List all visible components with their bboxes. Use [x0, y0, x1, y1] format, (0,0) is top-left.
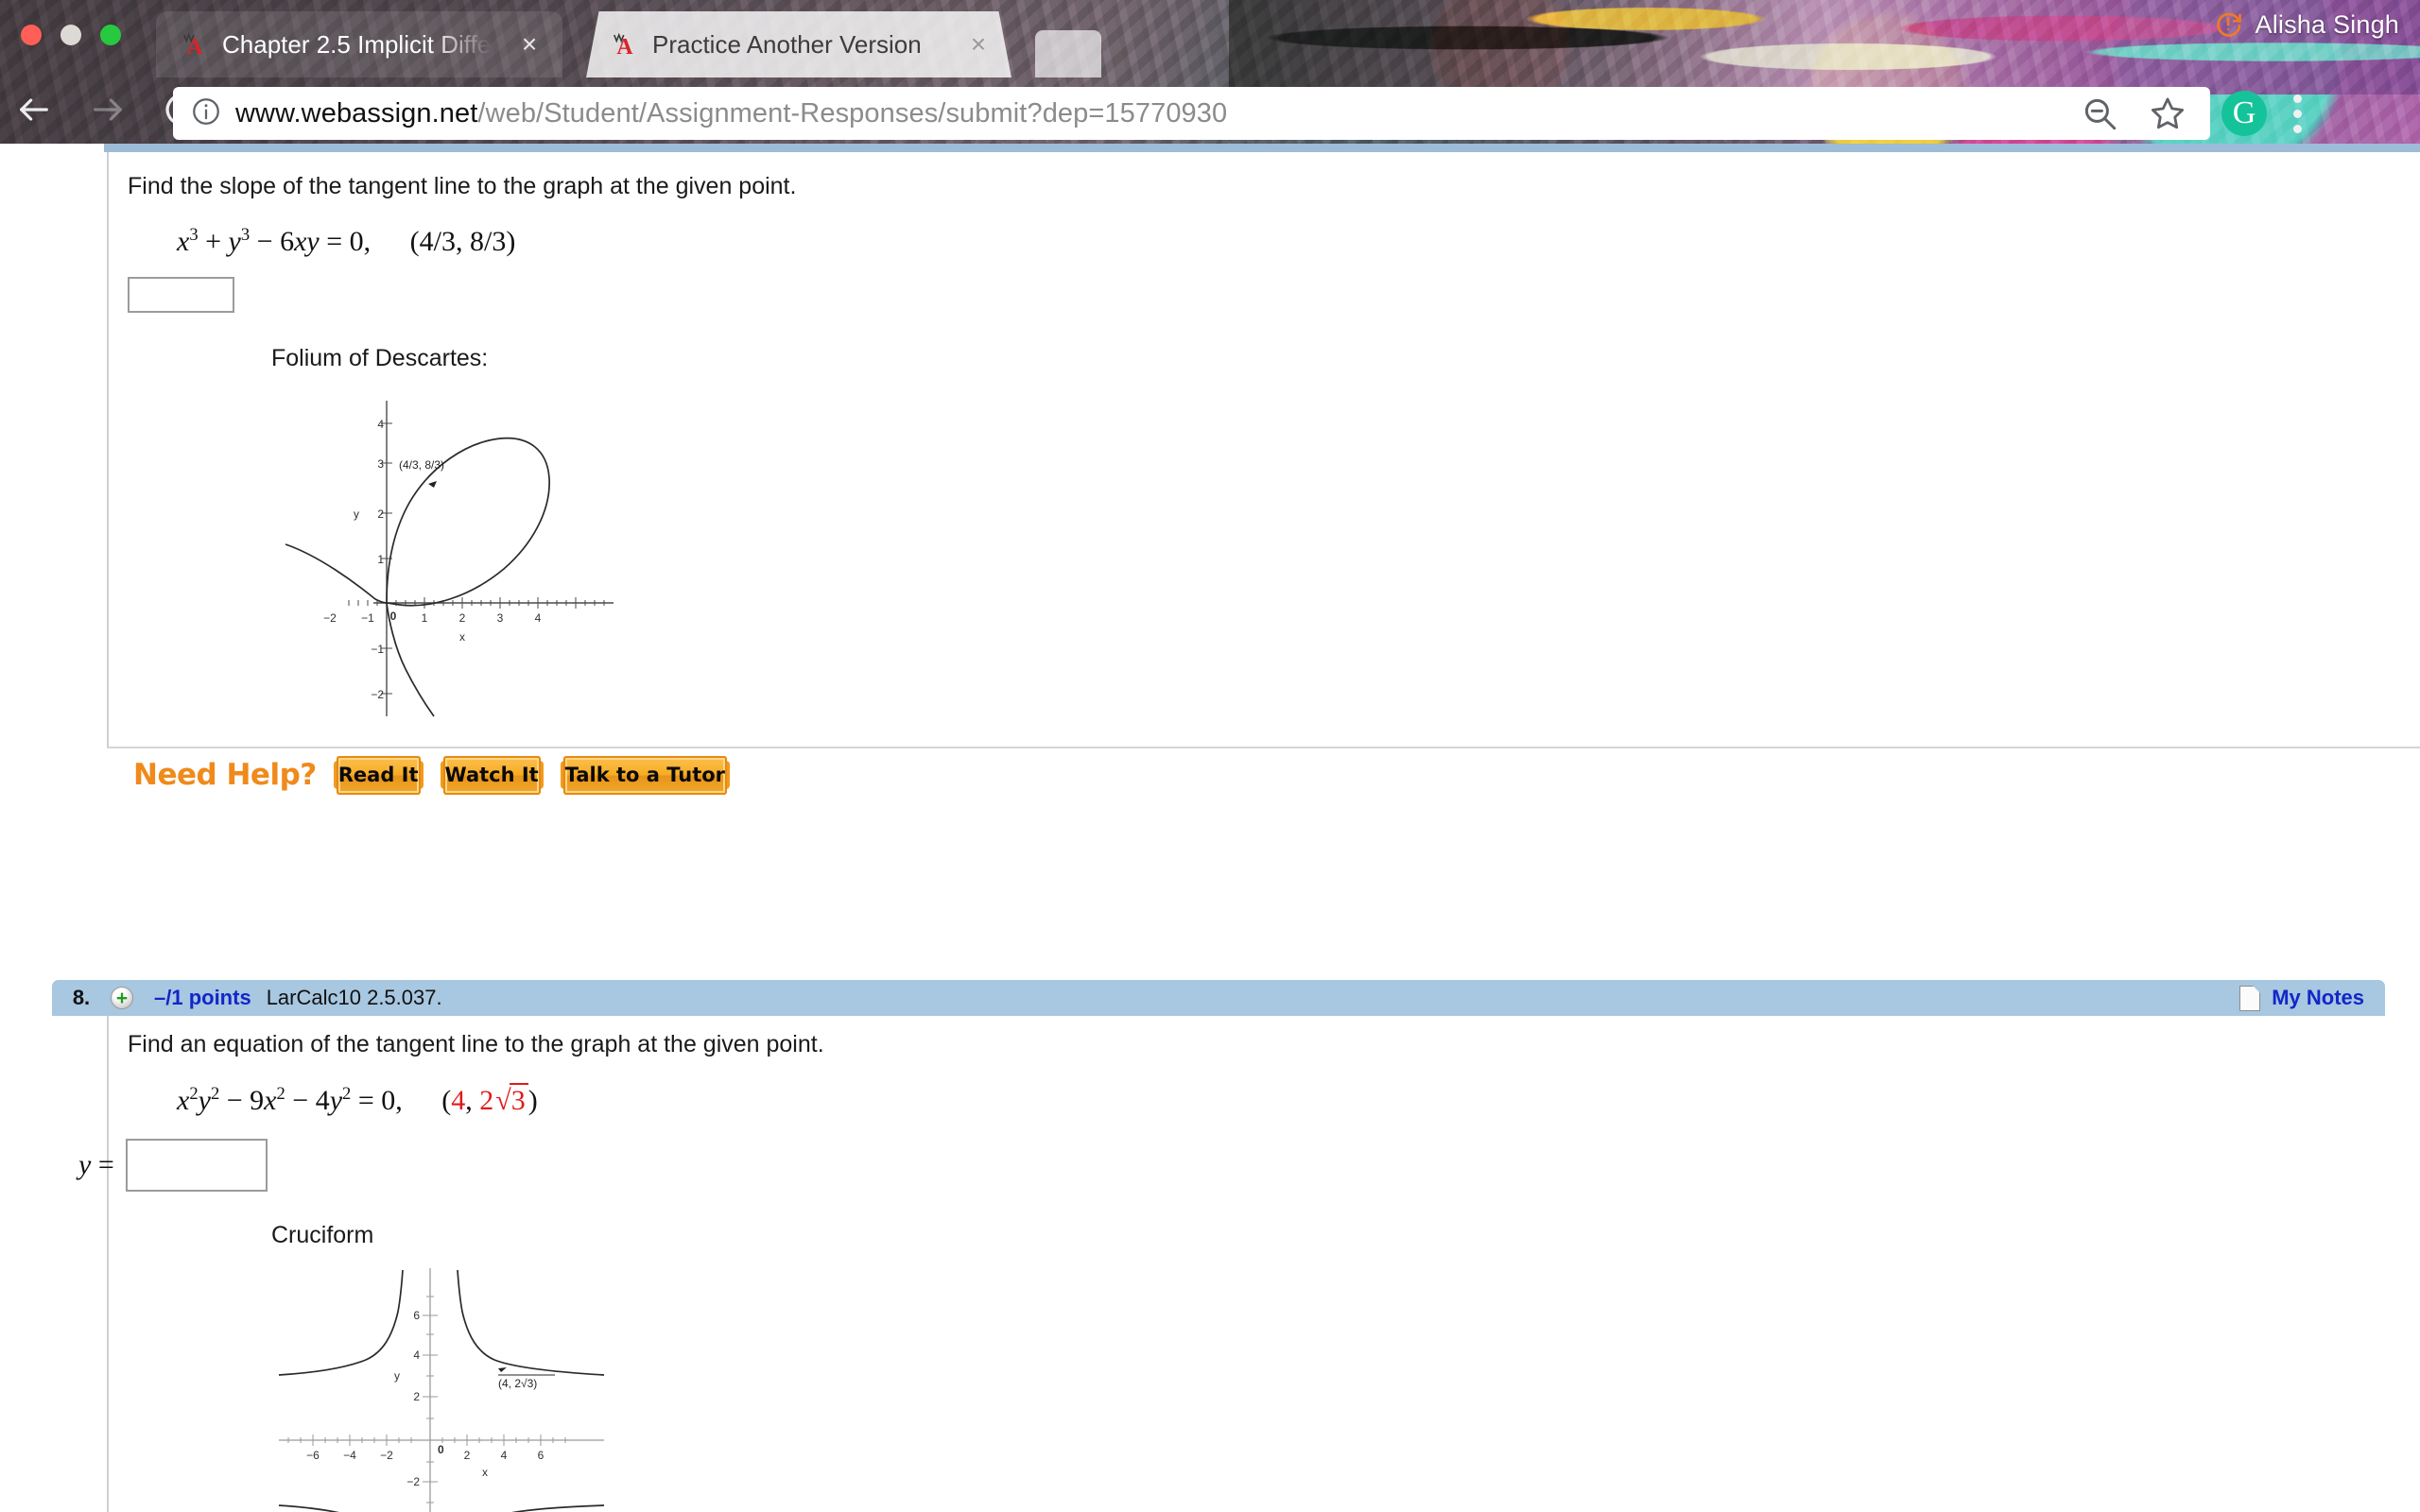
cruciform-chart-svg: 6 4 2 0 −2 −4 −6 −6 −4 −2 2 4 6: [278, 1267, 605, 1512]
browser-extensions-area: G: [2221, 87, 2303, 140]
new-tab-button[interactable]: [1035, 30, 1101, 77]
svg-text:A: A: [616, 35, 632, 59]
macos-menubar: Alisha Singh: [2214, 0, 2420, 49]
svg-text:2: 2: [459, 611, 466, 625]
svg-text:6: 6: [413, 1309, 420, 1322]
question-points: –/1 points: [154, 986, 251, 1009]
svg-text:−2: −2: [406, 1475, 420, 1488]
browser-tab-title: Chapter 2.5 Implicit Differentiation: [222, 29, 504, 59]
svg-text:−6: −6: [306, 1449, 320, 1462]
svg-text:2: 2: [464, 1449, 471, 1462]
svg-text:A: A: [186, 35, 202, 59]
question-8-header-bar: 8. + –/1 points LarCalc10 2.5.037. My No…: [52, 980, 2385, 1016]
question-number: 8.: [72, 986, 91, 1009]
read-it-button-label: Read It: [336, 756, 421, 795]
svg-text:1: 1: [377, 553, 384, 566]
svg-text:−4: −4: [343, 1449, 356, 1462]
browser-tab-practice[interactable]: A Practice Another Version ×: [586, 11, 1011, 77]
cruciform-chart: 6 4 2 0 −2 −4 −6 −6 −4 −2 2 4 6: [271, 1263, 824, 1512]
svg-text:−1: −1: [371, 643, 384, 656]
browser-tab-title: Practice Another Version: [652, 29, 922, 59]
svg-text:0: 0: [438, 1443, 444, 1456]
question-card-8: Find an equation of the tangent line to …: [0, 1016, 2420, 1512]
svg-text:y: y: [394, 1369, 400, 1383]
minimize-window-button[interactable]: [60, 25, 81, 45]
svg-text:3: 3: [497, 611, 504, 625]
svg-text:4: 4: [413, 1349, 420, 1362]
svg-text:6: 6: [538, 1449, 544, 1462]
plus-expand-icon[interactable]: +: [111, 987, 133, 1009]
figure-caption: Cruciform: [271, 1221, 374, 1248]
svg-text:0: 0: [390, 610, 397, 623]
svg-text:x: x: [459, 630, 465, 644]
folium-of-descartes-chart: 4 3 2 1 −1 −2 −2 −1 0 1 2 3 4 y x (4/3, …: [271, 384, 796, 733]
svg-text:1: 1: [422, 611, 428, 625]
svg-text:2: 2: [413, 1390, 420, 1403]
question-equation: x2y2 − 9x2 − 4y2 = 0, (4, 2√3): [177, 1083, 538, 1116]
svg-text:4: 4: [535, 611, 542, 625]
svg-text:−2: −2: [323, 611, 337, 625]
svg-text:y: y: [354, 507, 359, 521]
svg-text:4: 4: [501, 1449, 508, 1462]
svg-text:−1: −1: [361, 611, 374, 625]
browser-tab-strip: A Chapter 2.5 Implicit Differentiation ×…: [0, 0, 2420, 77]
notes-page-icon[interactable]: [2239, 985, 2261, 1011]
svg-text:−2: −2: [371, 688, 384, 701]
address-bar-url[interactable]: www.webassign.net/web/Student/Assignment…: [235, 98, 1227, 129]
svg-text:3: 3: [377, 457, 384, 471]
question-left-rule: [107, 152, 109, 747]
webassign-favicon: A: [181, 30, 209, 60]
browser-toolbar: www.webassign.net/web/Student/Assignment…: [0, 77, 2420, 146]
question-prompt: Find the slope of the tangent line to th…: [128, 173, 797, 199]
sync-warning-icon[interactable]: [2214, 10, 2242, 39]
svg-text:x: x: [482, 1466, 488, 1479]
question-textbook-code: LarCalc10 2.5.037.: [266, 986, 442, 1009]
watch-it-button-label: Watch It: [442, 756, 541, 795]
grammarly-extension-icon[interactable]: G: [2221, 91, 2267, 136]
page-viewport: Find the slope of the tangent line to th…: [0, 144, 2420, 1512]
zoom-out-icon[interactable]: [2080, 94, 2119, 133]
answer-input[interactable]: [128, 277, 234, 313]
read-it-button[interactable]: Read It: [333, 756, 424, 795]
menubar-user-name[interactable]: Alisha Singh: [2256, 10, 2400, 40]
question-left-rule: [107, 1016, 109, 1512]
question-prompt: Find an equation of the tangent line to …: [128, 1031, 824, 1057]
watch-it-button[interactable]: Watch It: [440, 756, 544, 795]
close-tab-icon[interactable]: ×: [517, 31, 542, 58]
site-info-icon[interactable]: [190, 95, 222, 132]
browser-tab-chapter[interactable]: A Chapter 2.5 Implicit Differentiation ×: [156, 11, 562, 77]
webassign-favicon: A: [611, 30, 639, 60]
need-help-label: Need Help?: [133, 758, 317, 792]
question-equation: x3 + y3 − 6xy = 0, (4/3, 8/3): [177, 225, 516, 257]
svg-text:4: 4: [377, 418, 384, 431]
svg-text:−2: −2: [380, 1449, 393, 1462]
question-card-7: Find the slope of the tangent line to th…: [0, 152, 2420, 795]
back-icon[interactable]: [13, 89, 55, 130]
window-traffic-lights[interactable]: [21, 25, 121, 45]
talk-to-a-tutor-button[interactable]: Talk to a Tutor: [560, 756, 731, 795]
answer-input-y[interactable]: [125, 1138, 268, 1192]
svg-text:(4/3, 8/3): (4/3, 8/3): [399, 458, 444, 472]
answer-label: y =: [78, 1148, 114, 1180]
close-window-button[interactable]: [21, 25, 42, 45]
url-host: www.webassign.net: [235, 97, 478, 129]
figure-caption: Folium of Descartes:: [271, 345, 489, 371]
question-card-separator: [107, 747, 2420, 748]
close-tab-icon[interactable]: ×: [966, 31, 991, 58]
my-notes-link[interactable]: My Notes: [2272, 986, 2364, 1010]
need-help-row: Need Help? Read It Watch It Talk to a Tu…: [133, 756, 796, 795]
star-bookmark-icon[interactable]: [2148, 94, 2187, 133]
folium-chart-svg: 4 3 2 1 −1 −2 −2 −1 0 1 2 3 4 y x (4/3, …: [285, 401, 614, 717]
address-bar[interactable]: www.webassign.net/web/Student/Assignment…: [173, 87, 2210, 140]
zoom-window-button[interactable]: [100, 25, 121, 45]
forward-icon[interactable]: [87, 89, 129, 130]
url-path: /web/Student/Assignment-Responses/submit…: [477, 97, 1228, 129]
svg-text:(4, 2√3): (4, 2√3): [498, 1377, 537, 1390]
page-top-accent-bar: [104, 144, 2420, 152]
chrome-menu-icon[interactable]: [2291, 94, 2303, 133]
svg-text:2: 2: [377, 507, 384, 521]
talk-to-a-tutor-button-label: Talk to a Tutor: [562, 756, 728, 795]
